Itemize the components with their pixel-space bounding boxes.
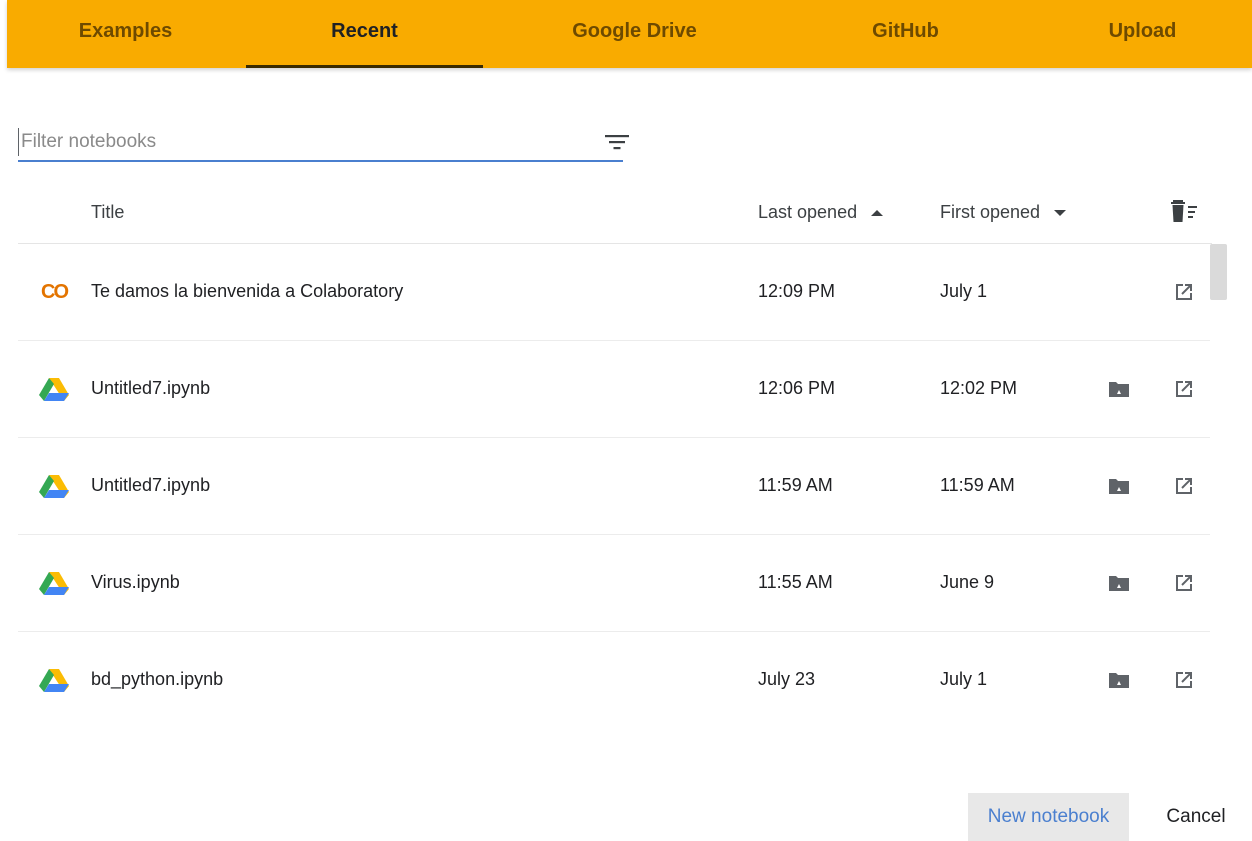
- notebook-row[interactable]: Virus.ipynb 11:55 AM June 9: [18, 535, 1210, 632]
- column-title[interactable]: Title: [91, 202, 124, 223]
- open-in-new-tab-icon[interactable]: [1172, 280, 1196, 304]
- google-drive-icon: [39, 669, 69, 692]
- notebook-title[interactable]: Virus.ipynb: [91, 572, 180, 593]
- notebook-title[interactable]: Te damos la bienvenida a Colaboratory: [91, 281, 403, 302]
- active-tab-indicator: [246, 65, 483, 68]
- last-opened-value: 12:09 PM: [758, 281, 836, 301]
- open-in-new-tab-icon[interactable]: [1172, 668, 1196, 692]
- notebook-title[interactable]: Untitled7.ipynb: [91, 378, 210, 399]
- sort-ascending-icon: [871, 209, 884, 216]
- drive-folder-icon[interactable]: [1108, 379, 1130, 399]
- first-opened-value: 12:02 PM: [940, 378, 1018, 398]
- notebook-list: CO Te damos la bienvenida a Colaboratory…: [18, 244, 1210, 729]
- column-first-opened-label: First opened: [940, 202, 1041, 222]
- table-header: Title Last opened First opened: [18, 188, 1212, 244]
- filter-list-icon[interactable]: [604, 132, 630, 152]
- colab-logo-text: CO: [41, 280, 69, 303]
- tab-upload[interactable]: Upload: [1024, 0, 1252, 68]
- drive-folder-icon[interactable]: [1108, 476, 1130, 496]
- first-opened-value: July 1: [940, 669, 988, 689]
- column-last-opened-label: Last opened: [758, 202, 858, 222]
- cancel-button[interactable]: Cancel: [1148, 793, 1244, 841]
- column-last-opened[interactable]: Last opened: [758, 202, 884, 223]
- colab-logo-icon: CO: [38, 280, 70, 304]
- drive-folder-icon[interactable]: [1108, 573, 1130, 593]
- first-opened-value: July 1: [940, 281, 988, 301]
- filter-field: [18, 122, 629, 162]
- last-opened-value: 11:55 AM: [758, 572, 833, 592]
- notebook-title[interactable]: bd_python.ipynb: [91, 669, 223, 690]
- delete-sort-icon[interactable]: [1170, 198, 1200, 224]
- tab-google-drive[interactable]: Google Drive: [516, 0, 753, 68]
- google-drive-icon: [39, 475, 69, 498]
- notebook-row[interactable]: Untitled7.ipynb 11:59 AM 11:59 AM: [18, 438, 1210, 535]
- column-first-opened[interactable]: First opened: [940, 202, 1067, 223]
- tab-bar: Examples Recent Google Drive GitHub Uplo…: [7, 0, 1252, 68]
- first-opened-value: 11:59 AM: [940, 475, 1015, 495]
- scrollbar-track[interactable]: [1210, 244, 1228, 729]
- notebook-row[interactable]: CO Te damos la bienvenida a Colaboratory…: [18, 244, 1210, 341]
- google-drive-icon: [39, 572, 69, 595]
- new-notebook-button[interactable]: New notebook: [968, 793, 1129, 841]
- last-opened-value: 11:59 AM: [758, 475, 833, 495]
- column-title-label: Title: [91, 202, 125, 222]
- notebook-row[interactable]: Untitled7.ipynb 12:06 PM 12:02 PM: [18, 341, 1210, 438]
- tab-recent[interactable]: Recent: [246, 0, 483, 68]
- notebook-row[interactable]: bd_python.ipynb July 23 July 1: [18, 632, 1210, 729]
- filter-notebooks-input[interactable]: [18, 128, 568, 156]
- open-in-new-tab-icon[interactable]: [1172, 474, 1196, 498]
- scrollbar-thumb[interactable]: [1210, 244, 1227, 300]
- first-opened-value: June 9: [940, 572, 995, 592]
- tab-github[interactable]: GitHub: [787, 0, 1024, 68]
- last-opened-value: July 23: [758, 669, 816, 689]
- google-drive-icon: [39, 378, 69, 401]
- drive-folder-icon[interactable]: [1108, 670, 1130, 690]
- notebook-title[interactable]: Untitled7.ipynb: [91, 475, 210, 496]
- sort-descending-icon: [1054, 209, 1067, 216]
- tab-examples[interactable]: Examples: [7, 0, 244, 68]
- open-in-new-tab-icon[interactable]: [1172, 377, 1196, 401]
- open-in-new-tab-icon[interactable]: [1172, 571, 1196, 595]
- last-opened-value: 12:06 PM: [758, 378, 836, 398]
